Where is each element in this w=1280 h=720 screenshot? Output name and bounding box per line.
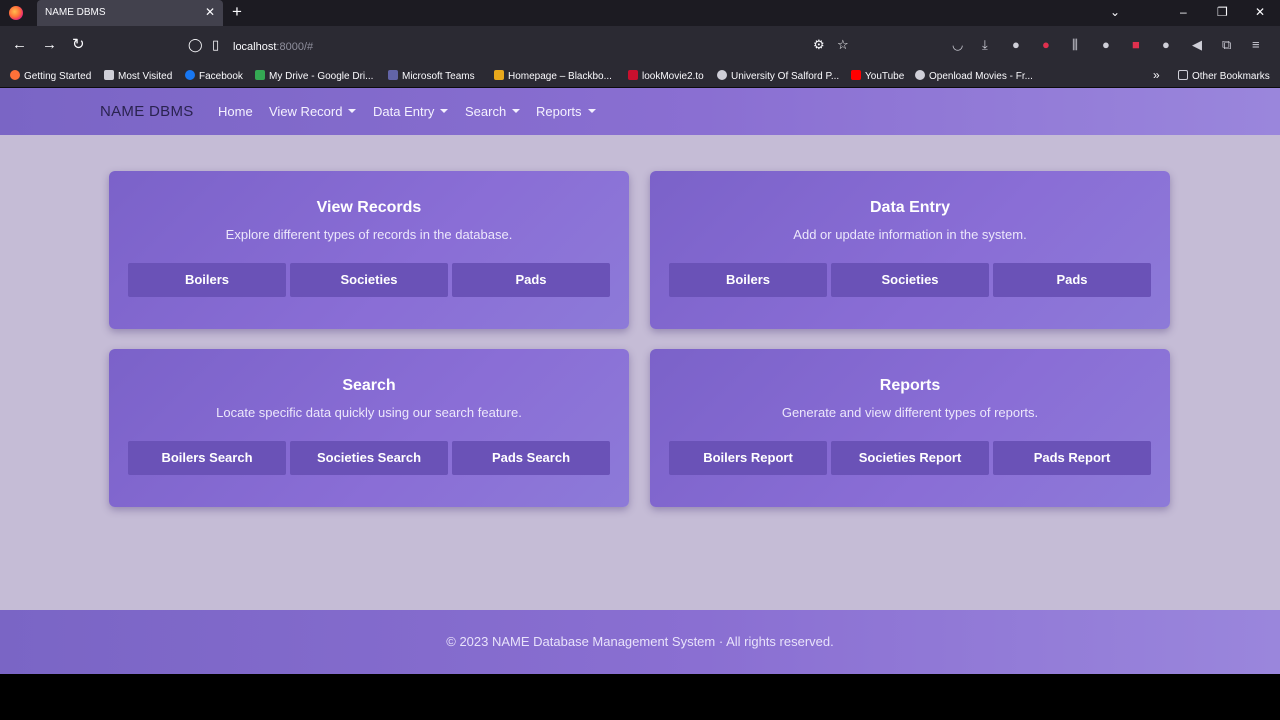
card-title: Search — [342, 377, 396, 394]
card-title: View Records — [316, 199, 422, 216]
nav-search[interactable]: Search — [465, 104, 521, 119]
audio-icon[interactable]: ◀ — [1192, 38, 1202, 52]
tab-title: NAME DBMS — [45, 7, 106, 18]
card-subtitle: Explore different types of records in th… — [225, 227, 513, 242]
footer-copyright: © 2023 NAME Database Management System ·… — [446, 634, 834, 649]
web-page: NAME DBMS Home View Record Data Entry Se… — [0, 88, 1280, 674]
menu-hamburger-icon[interactable]: ≡ — [1252, 38, 1260, 52]
new-tab-icon[interactable]: + — [232, 3, 242, 21]
chevron-down-icon — [348, 109, 357, 113]
blackboard-icon — [494, 70, 504, 80]
list-all-tabs-icon[interactable]: ⌄ — [1110, 5, 1120, 19]
nav-data-entry[interactable]: Data Entry — [373, 104, 449, 119]
extension-circle-icon[interactable]: ● — [1102, 38, 1110, 52]
nav-reports[interactable]: Reports — [536, 104, 596, 119]
downloads-icon[interactable]: ⤓ — [982, 38, 988, 52]
bookmark-star-icon[interactable]: ☆ — [837, 38, 849, 52]
back-icon[interactable]: ← — [12, 37, 27, 53]
card-subtitle: Add or update information in the system. — [793, 227, 1027, 242]
teams-icon — [388, 70, 398, 80]
site-footer: © 2023 NAME Database Management System ·… — [0, 610, 1280, 674]
other-bookmarks[interactable]: Other Bookmarks — [1178, 70, 1270, 82]
card-subtitle: Locate specific data quickly using our s… — [216, 405, 522, 420]
bookmark-item[interactable]: Getting Started — [10, 70, 91, 82]
close-window-icon[interactable]: ✕ — [1255, 5, 1265, 19]
bookmark-item[interactable]: lookMovie2.to — [628, 70, 704, 82]
entry-societies-button[interactable]: Societies — [831, 263, 989, 297]
tracking-shield-icon[interactable]: ◯ — [188, 38, 203, 52]
settings-gear-icon[interactable]: ⚙ — [813, 38, 825, 52]
firefox-icon — [10, 70, 20, 80]
societies-report-button[interactable]: Societies Report — [831, 441, 989, 475]
extension-info-icon[interactable]: ● — [1012, 38, 1020, 52]
search-card: Search Locate specific data quickly usin… — [109, 349, 629, 507]
extensions-puzzle-icon[interactable]: ⧉ — [1222, 38, 1231, 52]
data-entry-card: Data Entry Add or update information in … — [650, 171, 1170, 329]
card-title: Data Entry — [869, 199, 951, 216]
youtube-icon — [851, 70, 861, 80]
lookmovie-icon — [628, 70, 638, 80]
browser-tab[interactable]: NAME DBMS ✕ — [37, 0, 223, 26]
view-records-card: View Records Explore different types of … — [109, 171, 629, 329]
site-navbar: NAME DBMS Home View Record Data Entry Se… — [0, 88, 1280, 135]
browser-toolbar: ← → ↻ ◯ ▯ localhost:8000/# ⚙ ☆ ◡ ⤓ ● ● ⫼… — [0, 26, 1280, 64]
entry-boilers-button[interactable]: Boilers — [669, 263, 827, 297]
card-subtitle: Generate and view different types of rep… — [781, 405, 1039, 420]
extension-red-icon[interactable]: ■ — [1132, 38, 1140, 52]
extension-shield-icon[interactable]: ● — [1042, 38, 1050, 52]
extension-gray-icon[interactable]: ● — [1162, 38, 1170, 52]
facebook-icon — [185, 70, 195, 80]
globe-icon — [717, 70, 727, 80]
library-icon[interactable]: ⫼ — [1072, 38, 1078, 52]
minimize-icon[interactable]: – — [1180, 5, 1187, 19]
bookmark-item[interactable]: Homepage – Blackbo... — [494, 70, 612, 82]
pocket-icon[interactable]: ◡ — [952, 38, 963, 52]
url-host: localhost — [233, 41, 277, 53]
google-drive-icon — [255, 70, 265, 80]
forward-icon[interactable]: → — [42, 37, 57, 53]
url-rest: :8000/# — [276, 41, 314, 53]
gear-icon — [104, 70, 114, 80]
url-bar[interactable]: localhost:8000/# — [233, 41, 313, 53]
chevron-down-icon — [512, 109, 521, 113]
globe-icon — [915, 70, 925, 80]
chevron-down-icon — [587, 109, 596, 113]
nav-home[interactable]: Home — [218, 104, 253, 119]
page-info-icon[interactable]: ▯ — [212, 38, 219, 52]
bookmark-item[interactable]: Most Visited — [104, 70, 172, 82]
folder-icon — [1178, 70, 1188, 80]
nav-view-record[interactable]: View Record — [269, 104, 357, 119]
bookmark-item[interactable]: My Drive - Google Dri... — [255, 70, 373, 82]
browser-tab-bar: NAME DBMS ✕ + ⌄ – ❐ ✕ — [0, 0, 1280, 26]
bookmarks-bar: Getting Started Most Visited Facebook My… — [0, 64, 1280, 88]
pads-search-button[interactable]: Pads Search — [452, 441, 610, 475]
card-title: Reports — [879, 377, 941, 394]
view-societies-button[interactable]: Societies — [290, 263, 448, 297]
restore-icon[interactable]: ❐ — [1217, 5, 1228, 19]
site-brand[interactable]: NAME DBMS — [100, 103, 194, 120]
firefox-logo-icon — [9, 6, 23, 20]
tab-close-icon[interactable]: ✕ — [205, 5, 215, 19]
reports-card: Reports Generate and view different type… — [650, 349, 1170, 507]
boilers-report-button[interactable]: Boilers Report — [669, 441, 827, 475]
pads-report-button[interactable]: Pads Report — [993, 441, 1151, 475]
chevron-down-icon — [440, 109, 449, 113]
bookmark-item[interactable]: Facebook — [185, 70, 243, 82]
bookmark-item[interactable]: University Of Salford P... — [717, 70, 839, 82]
view-pads-button[interactable]: Pads — [452, 263, 610, 297]
bookmark-item[interactable]: Openload Movies - Fr... — [915, 70, 1033, 82]
entry-pads-button[interactable]: Pads — [993, 263, 1151, 297]
boilers-search-button[interactable]: Boilers Search — [128, 441, 286, 475]
bookmark-item[interactable]: YouTube — [851, 70, 904, 82]
view-boilers-button[interactable]: Boilers — [128, 263, 286, 297]
more-bookmarks-icon[interactable]: » — [1153, 68, 1160, 82]
reload-icon[interactable]: ↻ — [72, 37, 85, 53]
societies-search-button[interactable]: Societies Search — [290, 441, 448, 475]
bookmark-item[interactable]: Microsoft Teams — [388, 70, 475, 82]
